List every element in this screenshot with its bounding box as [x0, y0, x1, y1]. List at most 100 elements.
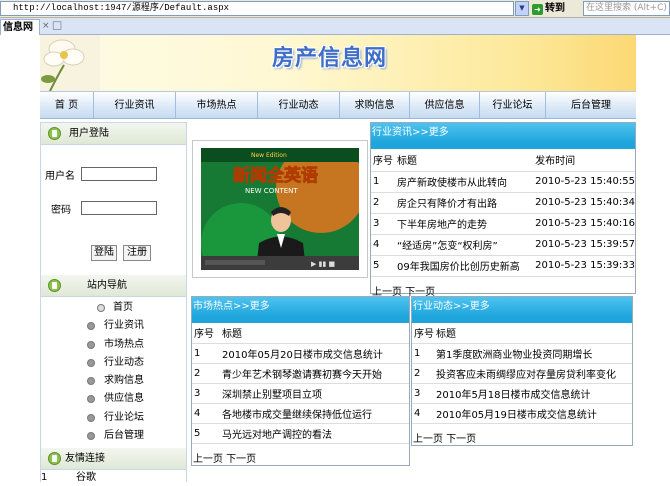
bullet-icon: [87, 413, 95, 422]
browser-search-input[interactable]: 在这里搜索 (Alt+C): [583, 1, 670, 16]
login-form: 用户名 密码 登陆 注册: [41, 145, 186, 275]
table-row: 4 2010年05月19日楼市成交信息统计: [412, 403, 632, 424]
site-nav-item-forum[interactable]: 行业论坛: [41, 409, 186, 427]
industry-dynamics-panel: 行业动态>>更多 序号 标题 1 第1季度欧洲商业物业投资同期增长 2 投资客应未雨…: [411, 296, 633, 446]
go-button[interactable]: ➜ 转到: [532, 1, 580, 16]
table-row: 5 马光远对地产调控的看法: [192, 423, 409, 444]
col-header-no: 序号: [192, 323, 222, 344]
table-row: 2 青少年艺术钢琴邀请赛初赛今天开始: [192, 363, 409, 384]
address-dropdown-icon[interactable]: ▼: [515, 1, 529, 16]
login-button[interactable]: 登陆: [91, 245, 117, 261]
news-link[interactable]: 房企只有降价才有出路: [395, 192, 536, 214]
col-header-title: 标题: [222, 323, 409, 344]
col-header-title: 标题: [436, 323, 632, 344]
news-link[interactable]: 09年我国房价比创历史新高: [395, 255, 536, 277]
bullet-icon: [87, 377, 95, 386]
go-arrow-icon: ➜: [532, 4, 543, 15]
news-link[interactable]: 2010年05月20日楼市成交信息统计: [222, 343, 409, 364]
friend-links-header: 友情连接: [41, 448, 186, 471]
register-button[interactable]: 注册: [123, 245, 151, 261]
svg-text:New Edition: New Edition: [251, 152, 287, 159]
bullet-icon: [87, 358, 95, 367]
market-hot-panel: 市场热点>>更多 序号 标题 1 2010年05月20日楼市成交信息统计 2 青少年…: [191, 296, 410, 466]
login-header: 用户登陆: [41, 123, 186, 145]
bullet-icon: [97, 304, 105, 312]
new-tab-icon[interactable]: ◻: [51, 19, 63, 32]
nav-industry-news[interactable]: 行业资讯: [94, 92, 176, 119]
nav-home[interactable]: 首 页: [40, 92, 94, 119]
panel-divider: [192, 316, 409, 323]
industry-news-more-link[interactable]: 行业资讯>>更多: [371, 123, 635, 142]
site-nav-item-home[interactable]: 首页: [41, 299, 186, 317]
news-link[interactable]: “经适房”怎变“权利房”: [395, 234, 536, 256]
video-caption: 新闻全英语: [233, 165, 318, 186]
site-nav-item-admin[interactable]: 后台管理: [41, 427, 186, 445]
site-nav-header: 站内导航: [41, 275, 186, 297]
news-link[interactable]: 下半年房地产的走势: [395, 213, 536, 235]
table-row: 3 下半年房地产的走势 2010-5-23 15:40:16: [371, 213, 635, 235]
panel-divider: [371, 142, 635, 149]
username-input[interactable]: [81, 167, 157, 181]
news-link[interactable]: 青少年艺术钢琴邀请赛初赛今天开始: [222, 363, 409, 384]
browser-toolbar: http://localhost:1947/源程序/Default.aspx ▼…: [0, 0, 670, 18]
close-tab-icon[interactable]: ×: [42, 21, 50, 31]
friend-link[interactable]: 谷歌: [76, 470, 96, 486]
site-nav-item-purchase-info[interactable]: 求购信息: [41, 372, 186, 390]
site-nav-list: 首页 行业资讯 市场热点 行业动态 求购信息 供应信息 行业论坛 后台管理: [41, 299, 186, 445]
table-row: 1 2010年05月20日楼市成交信息统计: [192, 343, 409, 364]
bullet-icon: [87, 395, 95, 404]
site-nav-item-supply-info[interactable]: 供应信息: [41, 390, 186, 408]
panel-divider: [412, 316, 632, 323]
col-header-no: 序号: [412, 323, 436, 344]
nav-market-hot[interactable]: 市场热点: [176, 92, 258, 119]
table-row: 2 投资客应未雨绸缪应对存量房贷利率变化: [412, 363, 632, 384]
address-field[interactable]: http://localhost:1947/源程序/Default.aspx: [0, 1, 514, 16]
table-row: 3 深圳禁止别墅项目立项: [192, 383, 409, 404]
password-label: 密码: [51, 205, 71, 216]
table-row: 4 各地楼市成交量继续保持低位运行: [192, 403, 409, 424]
market-hot-more-link[interactable]: 市场热点>>更多: [192, 297, 409, 316]
industry-dynamics-table: 序号 标题 1 第1季度欧洲商业物业投资同期增长 2 投资客应未雨绸缪应对存量房贷利…: [412, 323, 632, 424]
table-row: 3 2010年5月18日楼市成交信息统计: [412, 383, 632, 404]
site-title: 房产信息网: [272, 45, 388, 71]
svg-text:▶ ▮▮ ■: ▶ ▮▮ ■: [311, 260, 335, 268]
flower-logo-icon: [40, 35, 100, 91]
industry-dynamics-more-link[interactable]: 行业动态>>更多: [412, 297, 632, 316]
friend-link-row[interactable]: 1 谷歌: [41, 470, 186, 486]
news-link[interactable]: 投资客应未雨绸缪应对存量房贷利率变化: [436, 363, 632, 384]
news-link[interactable]: 马光远对地产调控的看法: [222, 423, 409, 444]
bullet-icon: [87, 432, 95, 441]
news-link[interactable]: 第1季度欧洲商业物业投资同期增长: [436, 343, 632, 364]
left-sidebar: 用户登陆 用户名 密码 登陆 注册 站内导航 首页 行业资讯 市场热点 行业动态…: [40, 122, 187, 483]
market-hot-table: 序号 标题 1 2010年05月20日楼市成交信息统计 2 青少年艺术钢琴邀请赛初赛…: [192, 323, 409, 444]
market-hot-pager[interactable]: 上一页 下一页: [192, 450, 409, 465]
news-link[interactable]: 深圳禁止别墅项目立项: [222, 383, 409, 404]
table-row: 1 房产新政使楼市从此转向 2010-5-23 15:40:55: [371, 171, 635, 193]
news-anchor-image: New Edition 新闻全英语 NEW CONTENT ▶ ▮▮ ■: [201, 148, 359, 270]
nav-purchase-info[interactable]: 求购信息: [340, 92, 410, 119]
table-row: 4 “经适房”怎变“权利房” 2010-5-23 15:39:57: [371, 234, 635, 256]
site-nav-item-industry-news[interactable]: 行业资讯: [41, 317, 186, 335]
leaf-icon: [48, 279, 61, 292]
bullet-icon: [87, 322, 95, 331]
nav-supply-info[interactable]: 供应信息: [410, 92, 480, 119]
news-link[interactable]: 各地楼市成交量继续保持低位运行: [222, 403, 409, 424]
nav-industry-dynamics[interactable]: 行业动态: [258, 92, 340, 119]
bullet-icon: [87, 340, 95, 349]
site-nav-item-industry-dynamics[interactable]: 行业动态: [41, 354, 186, 372]
col-header-no: 序号: [371, 149, 395, 172]
news-link[interactable]: 2010年5月18日楼市成交信息统计: [436, 383, 632, 404]
site-nav-item-market-hot[interactable]: 市场热点: [41, 336, 186, 354]
nav-admin[interactable]: 后台管理: [546, 92, 636, 119]
video-player[interactable]: New Edition 新闻全英语 NEW CONTENT ▶ ▮▮ ■: [192, 140, 368, 278]
col-header-time: 发布时间: [535, 149, 635, 172]
industry-dynamics-pager[interactable]: 上一页 下一页: [412, 430, 632, 445]
table-row: 5 09年我国房价比创历史新高 2010-5-23 15:39:33: [371, 255, 635, 277]
news-link[interactable]: 房产新政使楼市从此转向: [395, 171, 536, 193]
password-input[interactable]: [81, 201, 157, 215]
table-row: 2 房企只有降价才有出路 2010-5-23 15:40:34: [371, 192, 635, 214]
news-link[interactable]: 2010年05月19日楼市成交信息统计: [436, 403, 632, 424]
industry-news-table: 序号 标题 发布时间 1 房产新政使楼市从此转向 2010-5-23 15:40:5…: [371, 149, 635, 277]
nav-forum[interactable]: 行业论坛: [480, 92, 546, 119]
browser-tab[interactable]: 信息网: [0, 19, 40, 35]
